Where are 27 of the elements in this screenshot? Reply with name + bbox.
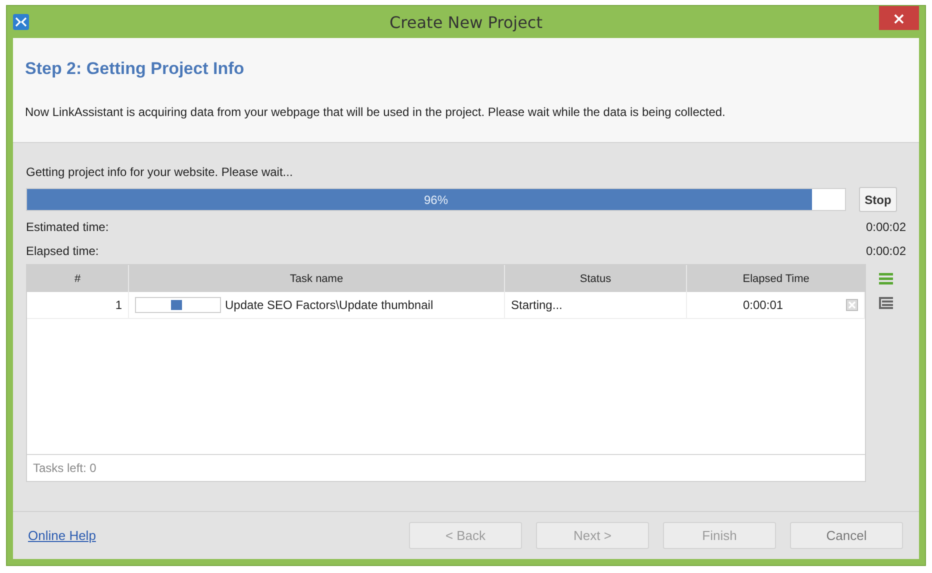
progress-reading: 96% <box>422 193 450 207</box>
wizard-button[interactable]: Cancel <box>790 522 903 549</box>
window-title: Create New Project <box>390 12 542 32</box>
table-cell: 0:00:01 <box>743 298 784 312</box>
progress-label: Getting project info for your website. Please wait... <box>26 165 294 179</box>
table-cell: Starting... <box>505 292 687 318</box>
tree-view-icon[interactable] <box>879 297 894 309</box>
column-header[interactable]: Status <box>505 265 687 292</box>
table-cell: Update SEO Factors\Update thumbnail <box>225 298 434 312</box>
online-help-link[interactable]: Online Help <box>28 528 96 543</box>
column-header[interactable]: # <box>27 265 129 292</box>
column-header[interactable]: Task name <box>129 265 505 292</box>
stop-button[interactable]: Stop <box>859 187 897 212</box>
time-value: 0:00:02 <box>866 244 906 258</box>
close-button[interactable]: × <box>879 6 919 30</box>
description-text: Now LinkAssistant is acquiring data from your webpage that will be used in the project. Please wait while the data is being collected. <box>25 105 726 119</box>
step-title: Step 2: Getting Project Info <box>25 59 246 79</box>
table-cell: 1 <box>27 292 129 318</box>
activity-indicator-icon <box>135 297 221 313</box>
app-icon <box>13 14 29 30</box>
tasks-left-text: Tasks left: 0 <box>27 454 866 481</box>
time-label: Estimated time: <box>26 220 109 234</box>
cancel-task-icon[interactable] <box>846 299 858 311</box>
time-label: Elapsed time: <box>26 244 99 258</box>
time-value: 0:00:02 <box>866 220 906 234</box>
column-header[interactable]: Elapsed Time <box>687 265 866 292</box>
list-view-icon[interactable] <box>879 273 894 285</box>
